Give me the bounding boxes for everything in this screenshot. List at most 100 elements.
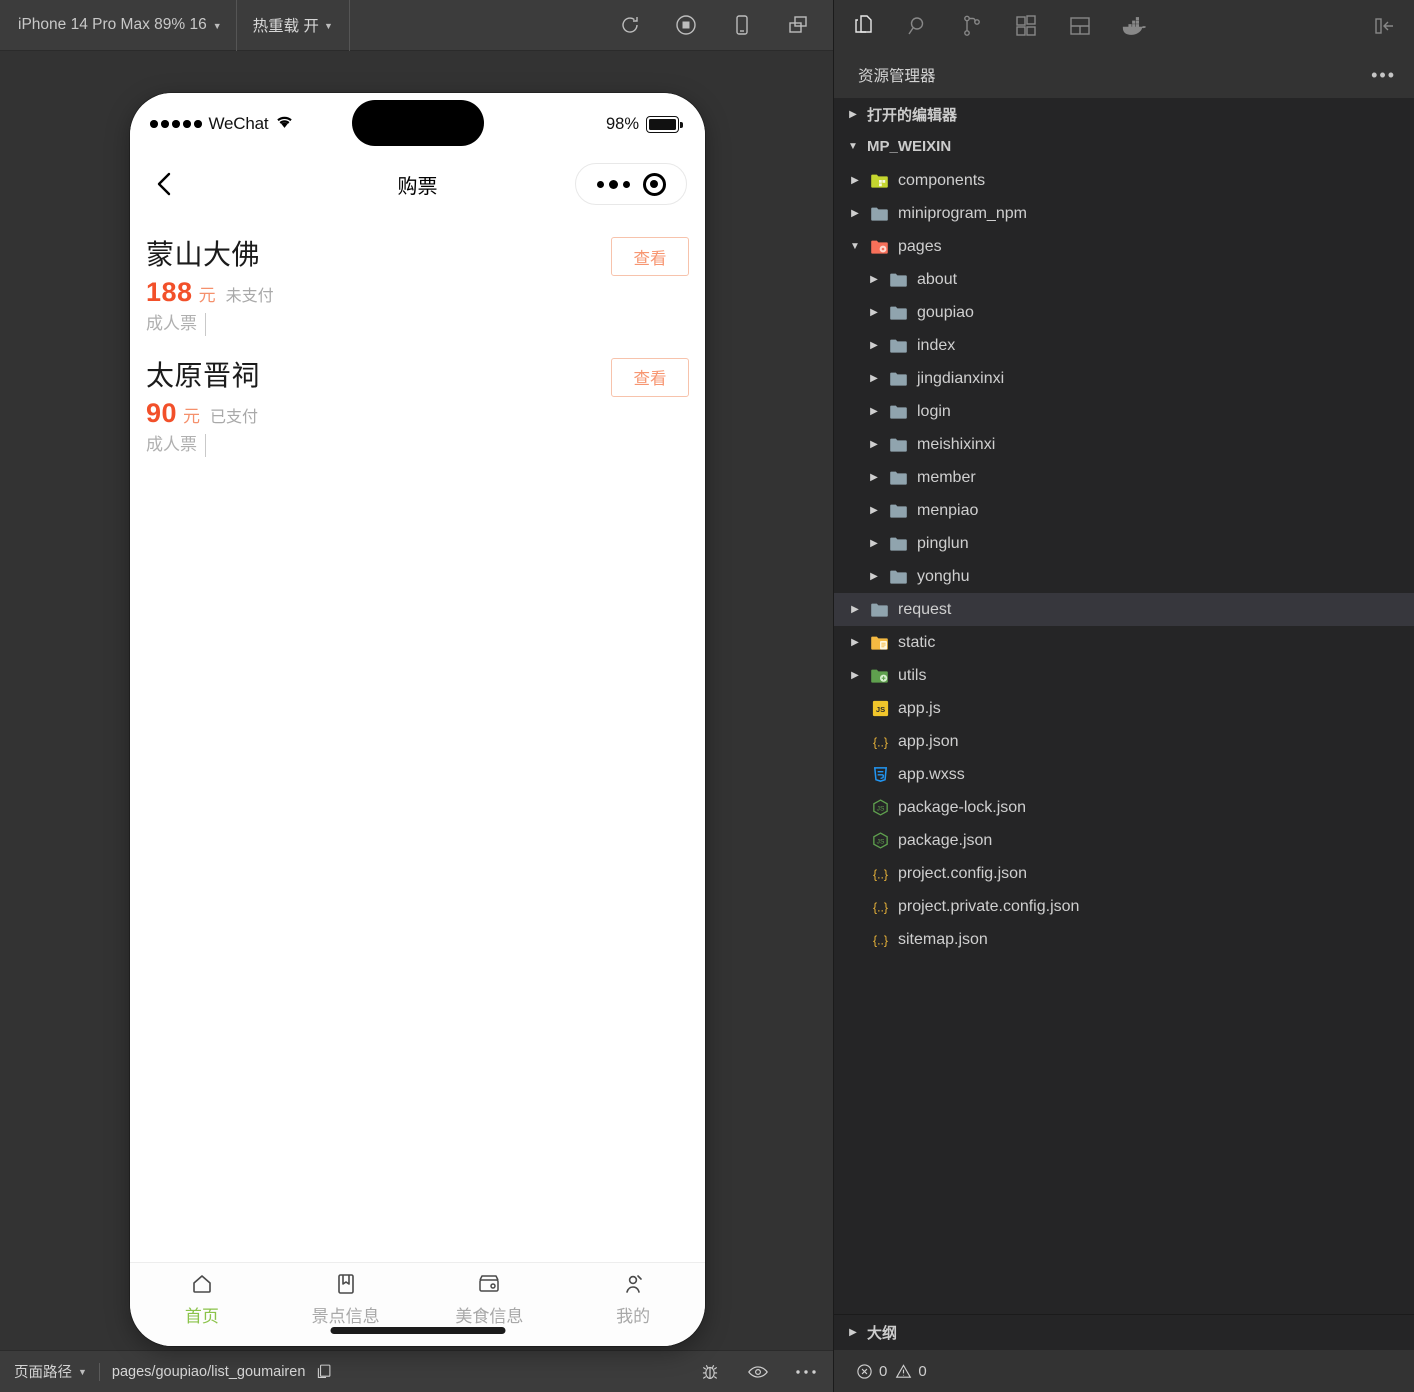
tree-folder-utils[interactable]: ▶ utils: [834, 659, 1414, 692]
folder-icon: [888, 269, 910, 291]
svg-text:{..}: {..}: [872, 900, 887, 914]
tree-file-project-private-config-json[interactable]: {..} project.private.config.json: [834, 890, 1414, 923]
folder-icon: [888, 467, 910, 489]
section-outline[interactable]: ▶ 大纲: [834, 1314, 1414, 1350]
tree-item-label: meishixinxi: [917, 435, 996, 453]
folder-icon: [888, 401, 910, 423]
tree-folder-pinglun[interactable]: ▶ pinglun: [834, 527, 1414, 560]
chevron-right-icon: ▶: [851, 604, 859, 615]
tree-file-app-wxss[interactable]: app.wxss: [834, 758, 1414, 791]
tree-item-label: pinglun: [917, 534, 969, 552]
tree-file-app-json[interactable]: {..} app.json: [834, 725, 1414, 758]
chevron-right-icon: ▶: [870, 373, 878, 384]
source-control-icon[interactable]: [958, 12, 986, 40]
record-stop-icon[interactable]: [673, 12, 699, 38]
page-path-selector[interactable]: 页面路径 ▼: [14, 1361, 87, 1382]
explorer-panel-title-bar: 资源管理器 •••: [834, 52, 1414, 98]
collapse-panel-icon[interactable]: [1370, 12, 1398, 40]
tree-folder-about[interactable]: ▶ about: [834, 263, 1414, 296]
folder-icon: [888, 302, 910, 324]
shop-icon: [476, 1271, 502, 1297]
json-file-icon: {..}: [869, 929, 891, 951]
docker-icon[interactable]: [1120, 12, 1148, 40]
warning-count-group[interactable]: 0: [895, 1363, 927, 1380]
section-open-editors[interactable]: ▶ 打开的编辑器: [834, 98, 1414, 130]
extensions-icon[interactable]: [1012, 12, 1040, 40]
wechat-capsule[interactable]: [575, 163, 687, 205]
tree-item-label: pages: [898, 237, 942, 255]
tree-file-sitemap-json[interactable]: {..} sitemap.json: [834, 923, 1414, 956]
error-count-group[interactable]: 0: [856, 1363, 887, 1380]
folder-icon: [888, 566, 910, 588]
folder-icon: [888, 533, 910, 555]
tree-folder-menpiao[interactable]: ▶ menpiao: [834, 494, 1414, 527]
hot-reload-selector[interactable]: 热重载 开 ▼: [237, 0, 350, 51]
ellipsis-icon[interactable]: [795, 1361, 817, 1383]
tree-folder-pages[interactable]: ▼ pages: [834, 230, 1414, 263]
ticket-view-button[interactable]: 查看: [611, 357, 689, 397]
hot-reload-label: 热重载 开: [252, 18, 319, 35]
tree-file-package-json[interactable]: JS package.json: [834, 824, 1414, 857]
target-circle-icon[interactable]: [642, 172, 666, 196]
chevron-right-icon: ▶: [870, 406, 878, 417]
tree-folder-static[interactable]: ▶ static: [834, 626, 1414, 659]
simulator-toolbar-icons: [617, 12, 833, 38]
tree-file-package-lock-json[interactable]: JS package-lock.json: [834, 791, 1414, 824]
tree-folder-yonghu[interactable]: ▶ yonghu: [834, 560, 1414, 593]
ticket-item[interactable]: 太原晋祠 90 元 已支付 成人票 查看: [130, 350, 705, 471]
tree-folder-member[interactable]: ▶ member: [834, 461, 1414, 494]
eye-icon[interactable]: [747, 1361, 769, 1383]
explorer-files-icon[interactable]: [850, 12, 878, 40]
window-split-icon[interactable]: [785, 12, 811, 38]
tree-item-label: app.js: [898, 699, 941, 717]
tab-home[interactable]: 首页: [130, 1271, 274, 1327]
tree-folder-goupiao[interactable]: ▶ goupiao: [834, 296, 1414, 329]
copy-icon[interactable]: [315, 1363, 332, 1380]
back-chevron-icon[interactable]: [148, 167, 182, 201]
ticket-item[interactable]: 蒙山大佛 188 元 未支付 成人票 查看: [130, 229, 705, 350]
tree-file-app-js[interactable]: JS app.js: [834, 692, 1414, 725]
chevron-right-icon: ▶: [849, 1327, 857, 1338]
ticket-view-button[interactable]: 查看: [611, 237, 689, 276]
tab-food[interactable]: 美食信息: [418, 1271, 562, 1327]
more-dots-icon[interactable]: [596, 179, 630, 189]
chevron-down-icon: ▼: [848, 140, 858, 152]
tree-item-label: member: [917, 468, 976, 486]
ticket-price: 188: [146, 277, 193, 307]
device-selector[interactable]: iPhone 14 Pro Max 89% 16 ▼: [0, 0, 237, 51]
css-file-icon: [869, 764, 891, 786]
tree-file-project-config-json[interactable]: {..} project.config.json: [834, 857, 1414, 890]
folder-icon: [869, 599, 891, 621]
chevron-right-icon: ▶: [870, 505, 878, 516]
simulator-toolbar: iPhone 14 Pro Max 89% 16 ▼ 热重载 开 ▼: [0, 0, 833, 51]
battery-icon: [646, 115, 683, 133]
path-bar-right-icons: [699, 1361, 817, 1383]
bug-icon[interactable]: [699, 1361, 721, 1383]
ellipsis-icon[interactable]: •••: [1371, 66, 1396, 84]
tree-folder-jingdianxinxi[interactable]: ▶ jingdianxinxi: [834, 362, 1414, 395]
tree-folder-request[interactable]: ▶ request: [834, 593, 1414, 626]
folder-icon: [869, 665, 891, 687]
battery-percent-label: 98%: [605, 114, 639, 133]
tree-folder-login[interactable]: ▶ login: [834, 395, 1414, 428]
tree-folder-components[interactable]: ▶ components: [834, 164, 1414, 197]
page-title: 购票: [397, 175, 438, 198]
section-workspace-label: MP_WEIXIN: [867, 137, 952, 155]
js-file-icon: JS: [869, 698, 891, 720]
layout-icon[interactable]: [1066, 12, 1094, 40]
status-right: 98%: [605, 114, 683, 134]
tree-folder-miniprogram-npm[interactable]: ▶ miniprogram_npm: [834, 197, 1414, 230]
search-icon[interactable]: [904, 12, 932, 40]
section-workspace[interactable]: ▼ MP_WEIXIN: [834, 130, 1414, 162]
refresh-icon[interactable]: [617, 12, 643, 38]
device-phone-icon[interactable]: [729, 12, 755, 38]
tab-profile[interactable]: 我的: [561, 1271, 705, 1327]
tree-folder-index[interactable]: ▶ index: [834, 329, 1414, 362]
tree-folder-meishixinxi[interactable]: ▶ meishixinxi: [834, 428, 1414, 461]
chevron-right-icon: ▶: [870, 307, 878, 318]
tab-attractions[interactable]: 景点信息: [274, 1271, 418, 1327]
person-icon: [620, 1271, 646, 1297]
page-path-selector-label: 页面路径: [14, 1365, 72, 1381]
activity-bar: [834, 0, 1414, 52]
folder-icon: [888, 434, 910, 456]
